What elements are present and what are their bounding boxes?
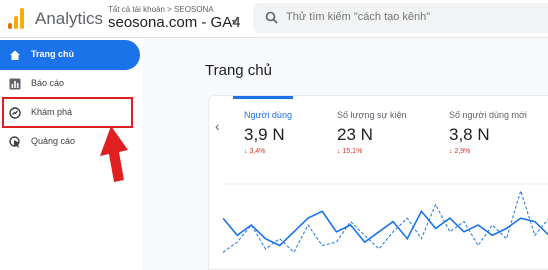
metric-value: 3,9 N: [244, 125, 285, 144]
sidebar-item-home[interactable]: Trang chủ: [0, 40, 140, 70]
main-content: Trang chủ ‹ Người dùng 3,9 N ↓ 3,4% Số l…: [143, 38, 548, 270]
metric-event-count[interactable]: Số lượng sự kiện 23 N ↓ 15,1%: [337, 110, 406, 155]
metric-change: ↓ 15,1%: [337, 148, 363, 155]
search-input[interactable]: [286, 11, 536, 23]
analytics-logo-icon[interactable]: [8, 7, 26, 29]
pointer-arrow-icon: [100, 126, 128, 182]
search-bar[interactable]: [253, 3, 548, 33]
series-line-comparison: [223, 189, 548, 254]
metric-label: Số lượng sự kiện: [337, 110, 407, 120]
account-breadcrumb[interactable]: Tất cả tài khoản > SEOSONA: [108, 5, 214, 14]
metric-label: Người dùng: [244, 110, 292, 120]
series-line-current: [223, 209, 548, 247]
highlight-box: [2, 97, 133, 128]
metric-change: ↓ 3,4%: [244, 148, 266, 155]
sidebar-item-label: Báo cáo: [31, 78, 65, 88]
sidebar-item-label: Trang chủ: [31, 49, 75, 59]
advertising-icon: [9, 136, 20, 148]
app-title: Analytics: [35, 9, 104, 28]
page-title: Trang chủ: [205, 62, 272, 79]
sidebar-item-label: Quảng cáo: [31, 136, 76, 146]
chevron-left-icon[interactable]: ‹: [215, 118, 220, 134]
metric-change: ↓ 2,9%: [449, 148, 471, 155]
metric-label: Số người dùng mới: [449, 110, 527, 120]
metric-new-users[interactable]: Số người dùng mới 3,8 N ↓ 2,9%: [449, 110, 527, 155]
metrics-card: ‹ Người dùng 3,9 N ↓ 3,4% Số lượng sự ki…: [208, 95, 548, 270]
metric-value: 3,8 N: [449, 125, 490, 144]
property-selector[interactable]: seosona.com - GA4: [108, 14, 241, 31]
metric-users[interactable]: Người dùng 3,9 N ↓ 3,4%: [244, 110, 292, 155]
sidebar-item-reports[interactable]: Báo cáo: [0, 69, 140, 99]
caret-down-icon[interactable]: ▼: [230, 17, 239, 27]
metric-value: 23 N: [337, 125, 373, 144]
search-icon: [265, 11, 278, 24]
top-bar: Analytics Tất cả tài khoản > SEOSONA seo…: [0, 0, 548, 38]
selected-metric-indicator: [233, 96, 293, 99]
users-trend-chart: [223, 183, 548, 254]
bar-chart-icon: [9, 78, 21, 90]
home-icon: [10, 50, 20, 60]
